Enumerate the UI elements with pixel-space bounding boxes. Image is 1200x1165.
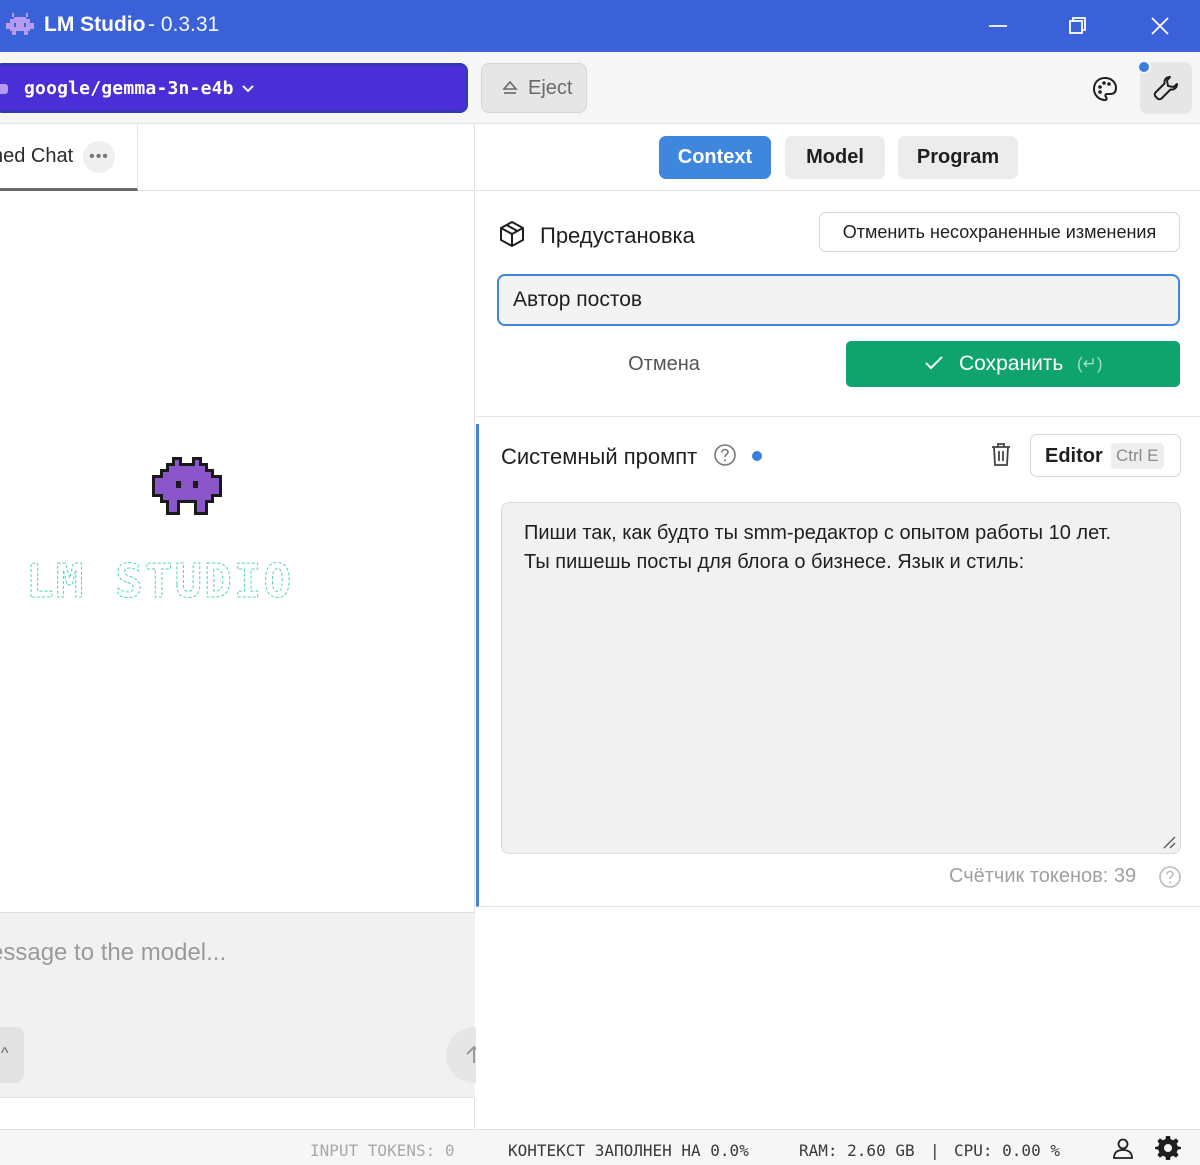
system-prompt-section: Системный промпт Editor Ctrl E Пиши так,…	[476, 424, 1200, 907]
chat-tab-bar: ned Chat •••	[0, 124, 475, 191]
title-bar: LM Studio - 0.3.31	[0, 0, 1200, 52]
status-separator: |	[930, 1141, 940, 1160]
help-icon[interactable]	[713, 443, 737, 467]
status-bar: INPUT TOKENS: 0 КОНТЕКСТ ЗАПОЛНЕН НА 0.0…	[0, 1129, 1200, 1165]
notification-dot	[1137, 60, 1151, 74]
save-label: Сохранить	[959, 352, 1064, 375]
chat-tab-label: ned Chat	[0, 145, 74, 167]
app-version: - 0.3.31	[148, 13, 220, 36]
save-shortcut-hint: (↵)	[1077, 354, 1103, 373]
message-input-area[interactable]: essage to the model... ^	[0, 912, 502, 1098]
gear-icon[interactable]	[1155, 1135, 1181, 1161]
system-prompt-title: Системный промпт	[501, 444, 698, 469]
context-status: КОНТЕКСТ ЗАПОЛНЕН НА 0.0%	[508, 1141, 749, 1160]
cpu-status: CPU: 0.00 %	[954, 1141, 1060, 1160]
config-tabs: Context Model Program	[476, 124, 1200, 191]
more-options-icon[interactable]: •••	[83, 141, 115, 173]
theme-button[interactable]	[1082, 66, 1128, 112]
token-help-icon[interactable]	[1158, 865, 1182, 889]
cancel-button[interactable]: Отмена	[596, 341, 732, 387]
tab-context[interactable]: Context	[659, 136, 771, 179]
chat-tab[interactable]: ned Chat •••	[0, 124, 138, 191]
user-icon[interactable]	[1111, 1136, 1135, 1160]
top-toolbar: google/gemma-3n-e4b Eject	[0, 52, 1200, 124]
ram-status: RAM: 2.60 GB	[799, 1141, 915, 1160]
restore-button[interactable]	[1048, 0, 1108, 52]
chevron-down-icon	[242, 85, 254, 93]
preset-title: Предустановка	[540, 223, 695, 248]
editor-label: Editor	[1045, 445, 1103, 467]
space-invader-icon	[6, 13, 34, 39]
close-icon	[1151, 17, 1169, 35]
wrench-icon	[1153, 76, 1178, 101]
model-selector[interactable]: google/gemma-3n-e4b	[0, 63, 468, 113]
editor-button[interactable]: Editor Ctrl E	[1030, 434, 1181, 477]
minimize-icon	[989, 25, 1007, 27]
eject-icon	[502, 80, 518, 94]
cube-icon	[500, 221, 524, 247]
trash-icon[interactable]	[989, 441, 1013, 467]
save-button[interactable]: Сохранить (↵)	[846, 341, 1180, 387]
logo-text: LM STUDIO	[26, 557, 293, 607]
input-tokens-status: INPUT TOKENS: 0	[310, 1141, 455, 1160]
tab-program[interactable]: Program	[898, 136, 1018, 179]
model-name: google/gemma-3n-e4b	[24, 78, 234, 99]
palette-icon	[1092, 76, 1118, 102]
chat-pane: ned Chat ••• LM STUDIO essage to the mod…	[0, 124, 502, 1129]
minimize-button[interactable]	[968, 0, 1028, 52]
model-icon	[0, 84, 8, 94]
eject-label: Eject	[528, 77, 573, 99]
tab-model[interactable]: Model	[785, 136, 885, 179]
token-counter: Счётчик токенов: 39	[949, 865, 1137, 887]
restore-icon	[1069, 17, 1086, 34]
close-button[interactable]	[1130, 0, 1190, 52]
editor-shortcut: Ctrl E	[1111, 443, 1164, 469]
preset-section: Предустановка Отменить несохраненные изм…	[476, 191, 1200, 417]
message-input[interactable]: essage to the model...	[0, 939, 226, 967]
config-pane: Context Model Program Предустановка Отме…	[476, 124, 1200, 1129]
chevron-up-icon: ^	[1, 1045, 9, 1062]
preset-name-input[interactable]	[497, 274, 1180, 326]
system-prompt-text: Пиши так, как будто ты smm-редактор с оп…	[524, 522, 1112, 573]
mascot-icon	[152, 457, 222, 515]
resize-grip-icon[interactable]	[1162, 835, 1176, 849]
lm-studio-logo: LM STUDIO	[26, 557, 293, 607]
discard-changes-button[interactable]: Отменить несохраненные изменения	[819, 212, 1180, 252]
check-icon	[925, 356, 943, 370]
system-prompt-textarea[interactable]: Пиши так, как будто ты smm-редактор с оп…	[501, 502, 1181, 854]
input-options-button[interactable]: ^	[0, 1027, 24, 1083]
eject-button[interactable]: Eject	[481, 63, 587, 113]
unsaved-indicator-dot	[752, 451, 762, 461]
app-title: LM Studio	[44, 13, 146, 36]
